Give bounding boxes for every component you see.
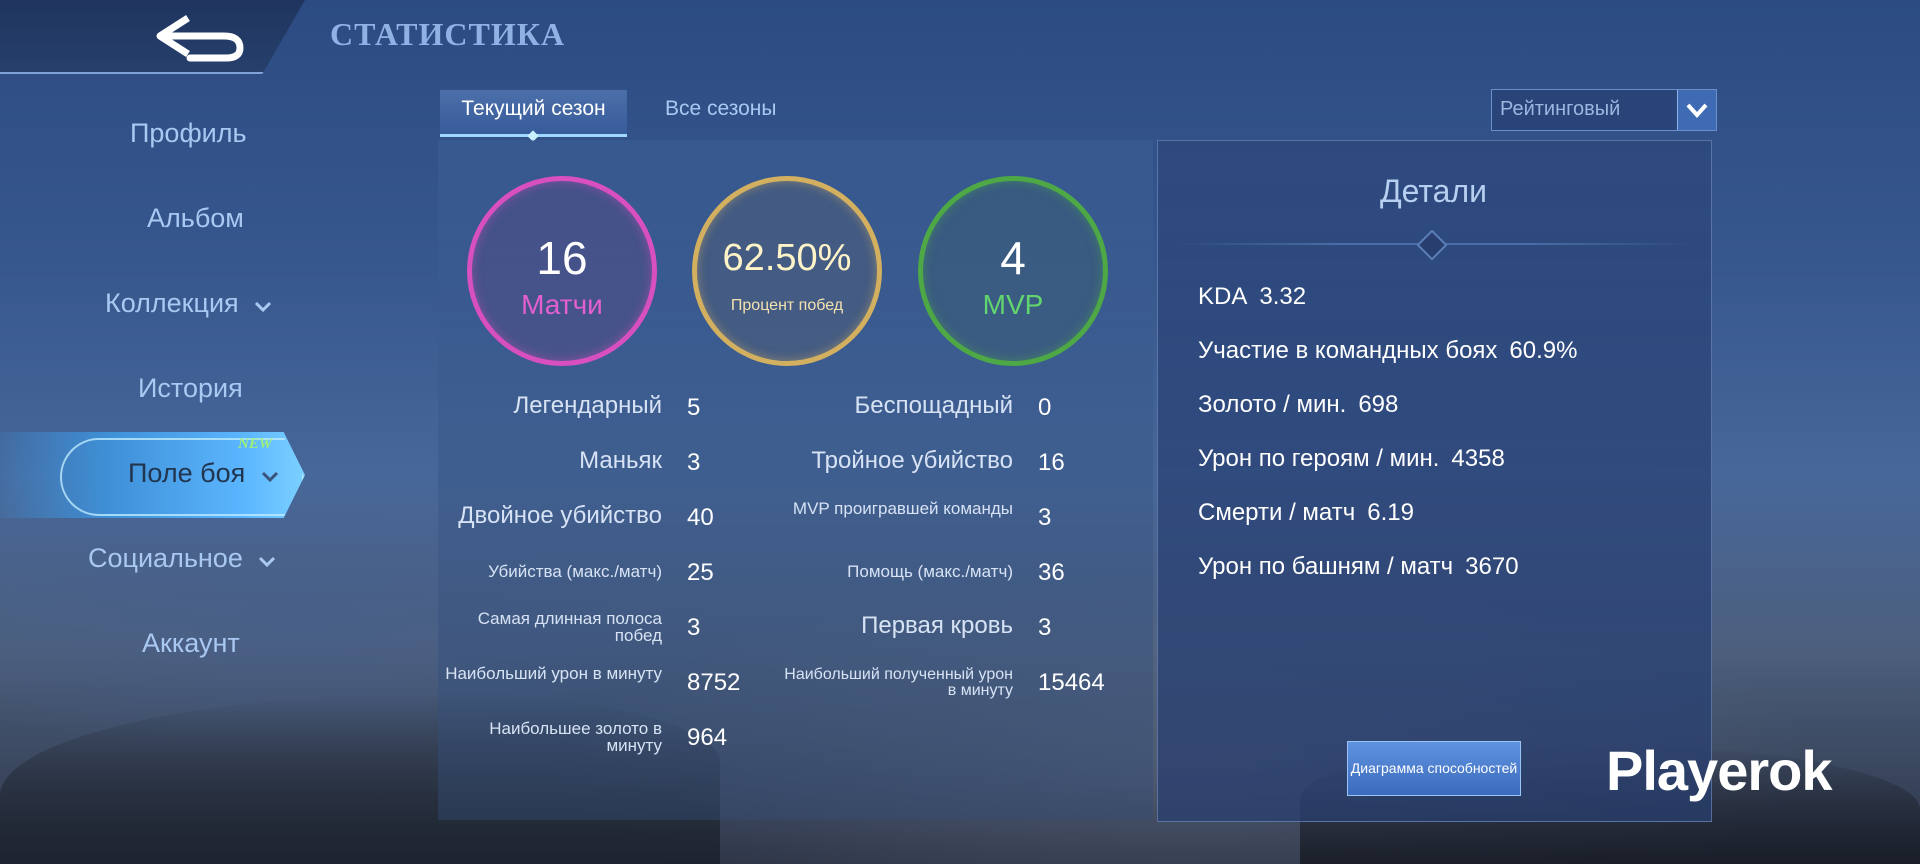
stat-label-maniac: Маньяк xyxy=(579,447,662,474)
mvp-label: MVP xyxy=(982,289,1044,320)
detail-value: 3670 xyxy=(1465,553,1519,580)
chevron-down-icon xyxy=(258,544,276,575)
stat-label-max-kills: Убийства (макс./матч) xyxy=(488,562,662,581)
stat-value-win-streak: 3 xyxy=(687,614,701,641)
winrate-label: Процент побед xyxy=(730,297,844,314)
stat-label-max-gold: Наибольшее золото в минуту xyxy=(489,719,662,755)
stat-label-double-kill: Двойное убийство xyxy=(458,502,662,529)
stat-label-triple-kill: Тройное убийство xyxy=(811,447,1013,474)
stat-label-mvp-lose: MVP проигравшей команды xyxy=(792,499,1013,518)
detail-row-hero-damage: Урон по героям / мин. 4358 xyxy=(1198,445,1505,473)
menu-item-album[interactable]: Альбом xyxy=(147,203,244,234)
stat-value-maniac: 3 xyxy=(687,449,701,476)
stat-label-savage: Беспощадный xyxy=(854,392,1013,419)
chevron-down-icon xyxy=(261,459,279,490)
stat-label-first-blood: Первая кровь xyxy=(861,612,1013,639)
winrate-ring: 62.50% Процент побед xyxy=(692,176,882,366)
detail-label: Участие в командных боях xyxy=(1198,337,1498,364)
stat-label-max-assists: Помощь (макс./матч) xyxy=(847,562,1013,581)
menu-item-account[interactable]: Аккаунт xyxy=(142,628,240,659)
stat-value-max-gold: 964 xyxy=(687,724,728,751)
stat-label-win-streak: Самая длинная полоса побед xyxy=(477,609,662,645)
new-badge: NEW xyxy=(238,436,273,452)
mode-select-value: Рейтинговый xyxy=(1500,98,1621,120)
detail-label: Урон по героям / мин. xyxy=(1198,445,1440,472)
detail-value: 4358 xyxy=(1451,445,1505,472)
detail-row-deaths: Смерти / матч 6.19 xyxy=(1198,499,1414,527)
details-title: Детали xyxy=(1379,173,1488,209)
watermark-logo: Playerok xyxy=(1606,739,1832,802)
chevron-down-icon xyxy=(254,289,272,320)
detail-label: KDA xyxy=(1198,283,1248,310)
menu-item-label: Поле боя xyxy=(128,458,246,488)
page-title: СТАТИСТИКА xyxy=(330,16,566,52)
menu-item-collection[interactable]: Коллекция xyxy=(105,288,272,320)
stat-value-max-damage: 8752 xyxy=(687,669,741,696)
ability-chart-button[interactable]: Диаграмма способностей xyxy=(1347,741,1521,796)
back-arrow-icon xyxy=(156,15,244,62)
detail-label: Смерти / матч xyxy=(1198,499,1356,526)
back-button[interactable] xyxy=(150,8,250,64)
tab-all-seasons[interactable]: Все сезоны xyxy=(665,90,777,134)
detail-label: Урон по башням / матч xyxy=(1198,553,1454,580)
detail-value: 3.32 xyxy=(1259,283,1307,310)
stat-value-double-kill: 40 xyxy=(687,504,714,531)
stat-value-triple-kill: 16 xyxy=(1038,449,1065,476)
chevron-down-icon xyxy=(1677,90,1716,130)
menu-item-label: Аккаунт xyxy=(142,628,240,658)
menu-item-label: Альбом xyxy=(147,203,244,233)
stat-value-first-blood: 3 xyxy=(1038,614,1052,641)
stat-label-max-damage-taken: Наибольший полученный урон в минуту xyxy=(784,666,1013,699)
tab-label: Все сезоны xyxy=(665,97,777,120)
stat-label-max-damage: Наибольший урон в минуту xyxy=(445,664,662,683)
detail-label: Золото / мин. xyxy=(1198,391,1347,418)
matches-value: 16 xyxy=(536,232,588,284)
menu-item-label: История xyxy=(138,373,243,403)
detail-value: 60.9% xyxy=(1509,337,1578,364)
stat-value-max-kills: 25 xyxy=(687,559,714,586)
menu-item-history[interactable]: История xyxy=(138,373,243,404)
tab-current-season[interactable]: Текущий сезон xyxy=(440,90,627,142)
detail-row-kda: KDA 3.32 xyxy=(1198,283,1306,311)
mvp-ring: 4 MVP xyxy=(918,176,1108,366)
stat-value-max-assists: 36 xyxy=(1038,559,1065,586)
menu-item-label: Социальное xyxy=(88,543,243,573)
detail-value: 698 xyxy=(1358,391,1399,418)
detail-row-teamfight: Участие в командных боях 60.9% xyxy=(1198,337,1577,365)
tab-label: Текущий сезон xyxy=(461,97,606,120)
menu-item-label: Профиль xyxy=(130,118,247,148)
menu-item-profile[interactable]: Профиль xyxy=(130,118,247,149)
menu-item-battlefield[interactable]: Поле боя xyxy=(128,458,279,490)
detail-row-tower-damage: Урон по башням / матч 3670 xyxy=(1198,553,1519,581)
stat-value-max-damage-taken: 15464 xyxy=(1038,669,1105,696)
detail-row-gold: Золото / мин. 698 xyxy=(1198,391,1398,419)
mvp-value: 4 xyxy=(1000,232,1026,284)
stat-label-legendary: Легендарный xyxy=(513,392,662,419)
menu-item-social[interactable]: Социальное xyxy=(88,543,276,575)
menu-item-label: Коллекция xyxy=(105,288,239,318)
stat-value-savage: 0 xyxy=(1038,394,1052,421)
winrate-value: 62.50% xyxy=(722,237,852,279)
matches-label: Матчи xyxy=(521,289,603,320)
matches-ring: 16 Матчи xyxy=(467,176,657,366)
detail-value: 6.19 xyxy=(1367,499,1414,526)
stat-value-legendary: 5 xyxy=(687,394,701,421)
mode-select[interactable]: Рейтинговый xyxy=(1491,89,1717,131)
stat-value-mvp-lose: 3 xyxy=(1038,504,1052,531)
